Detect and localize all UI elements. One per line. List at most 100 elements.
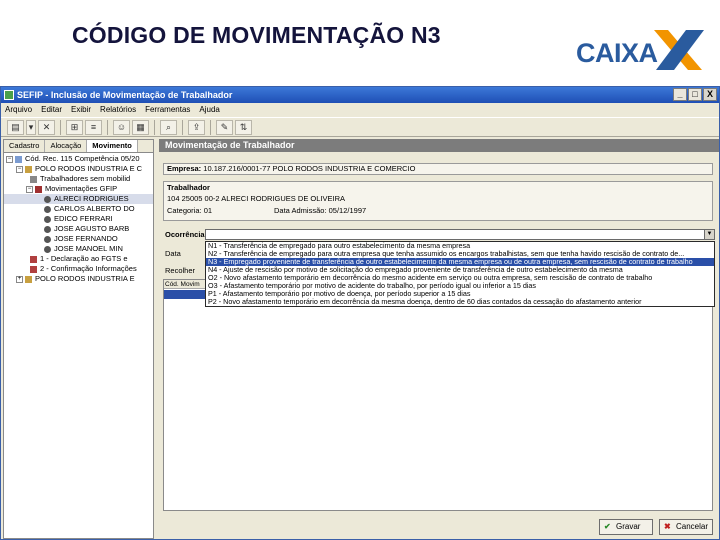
people-icon[interactable]: ☺ (113, 119, 130, 135)
close-button[interactable]: X (703, 88, 717, 101)
dropdown-option[interactable]: P2 - Novo afastamento temporário em deco… (206, 298, 714, 306)
save-label: Gravar (616, 522, 641, 531)
document-icon (30, 265, 37, 273)
document-icon (30, 255, 37, 263)
data-label: Data (165, 249, 181, 258)
dropdown-option[interactable]: O2 - Novo afastamento temporário em deco… (206, 274, 714, 282)
dropdown-arrow-icon[interactable]: ▾ (26, 119, 36, 135)
movement-tree: − Cód. Rec. 115 Competência 05/20 − POLO R… (4, 153, 153, 284)
dropdown-option[interactable]: N1 - Transferência de empregado para out… (206, 242, 714, 250)
menu-exibir[interactable]: Exibir (71, 103, 91, 116)
worker-icon (44, 245, 51, 253)
movement-form: Movimentação de Trabalhador Empresa: 10.… (159, 139, 719, 539)
tab-movimento[interactable]: Movimento (87, 140, 138, 152)
save-button[interactable]: ✔ Gravar (599, 519, 653, 535)
worker-icon (44, 235, 51, 243)
folder-icon (15, 155, 22, 163)
tree-item[interactable]: Trabalhadores sem mobilid (4, 174, 153, 184)
collapse-icon[interactable]: − (6, 155, 13, 163)
tree-item[interactable]: − POLO RODOS INDUSTRIA E C (4, 164, 153, 174)
grid-selected-row[interactable] (164, 290, 206, 299)
app-icon (4, 90, 14, 100)
collapse-icon[interactable]: − (16, 165, 23, 173)
movements-grid[interactable]: Cód. Movim (163, 279, 713, 511)
categoria-label: Categoria: (167, 206, 202, 215)
dropdown-option[interactable]: N2 - Transferência de empregado para out… (206, 250, 714, 258)
cancel-label: Cancelar (676, 522, 709, 531)
worker-icon (44, 215, 51, 223)
dropdown-option[interactable]: O3 - Afastamento temporário por motivo d… (206, 282, 714, 290)
ocorrencia-label: Ocorrência: (165, 230, 208, 239)
nav-tabs: Cadastro Alocação Movimento (4, 140, 153, 153)
empresa-value: 10.187.216/0001-77 POLO RODOS INDUSTRIA … (203, 164, 416, 173)
admissao-label: Data Admissão: (274, 206, 327, 215)
tree-item[interactable]: + POLO RODOS INDUSTRIA E (4, 274, 153, 284)
tree-item[interactable]: JOSE FERNANDO (4, 234, 153, 244)
tree-view-icon[interactable]: ⊞ (66, 119, 83, 135)
tree-item[interactable]: − Cód. Rec. 115 Competência 05/20 (4, 154, 153, 164)
tree-item[interactable]: − Movimentações GFIP (4, 184, 153, 194)
logo-text: CAIXA (576, 38, 658, 68)
collapse-icon[interactable]: − (26, 185, 33, 193)
maximize-button[interactable]: □ (688, 88, 702, 101)
menu-relatorios[interactable]: Relatórios (100, 103, 136, 116)
tools-icon[interactable]: ✎ (216, 119, 233, 135)
grid-header: Cód. Movim (164, 280, 206, 289)
worker-group-icon (30, 175, 37, 183)
recolher-label: Recolher (165, 266, 196, 275)
worker-icon (44, 225, 51, 233)
movement-icon (35, 185, 42, 193)
form-header: Movimentação de Trabalhador (159, 139, 719, 152)
menu-ferramentas[interactable]: Ferramentas (145, 103, 190, 116)
cancel-x-icon: ✖ (664, 522, 671, 531)
menu-editar[interactable]: Editar (41, 103, 62, 116)
dropdown-option[interactable]: N4 - Ajuste de rescisão por motivo de so… (206, 266, 714, 274)
cancel-button[interactable]: ✖ Cancelar (659, 519, 713, 535)
minimize-button[interactable]: _ (673, 88, 687, 101)
menu-ajuda[interactable]: Ajuda (199, 103, 219, 116)
tree-item[interactable]: CARLOS ALBERTO DO (4, 204, 153, 214)
menu-arquivo[interactable]: Arquivo (5, 103, 32, 116)
slide-title: CÓDIGO DE MOVIMENTAÇÃO N3 (72, 22, 441, 48)
grid-icon[interactable]: ▦ (132, 119, 149, 135)
ocorrencia-dropdown-list[interactable]: N1 - Transferência de empregado para out… (205, 241, 715, 307)
tab-alocacao[interactable]: Alocação (45, 140, 88, 152)
tree-item[interactable]: 1 - Declaração ao FGTS e (4, 254, 153, 264)
tree-item[interactable]: JOSE AGUSTO BARB (4, 224, 153, 234)
admissao-value: 05/12/1997 (328, 206, 367, 215)
window-titlebar[interactable]: SEFIP - Inclusão de Movimentação de Trab… (1, 87, 719, 103)
toolbar: ▤ ▾ ✕ ⊞ ≡ ☺ ▦ ⌕ ⇪ ✎ ⇅ (1, 117, 719, 137)
dropdown-option-selected[interactable]: N3 - Empregado proveniente de transferên… (206, 258, 714, 266)
dropdown-option[interactable]: P1 - Afastamento temporário por motivo d… (206, 290, 714, 298)
empresa-label: Empresa: (167, 164, 202, 173)
trabalhador-box: Trabalhador 104 25005 00-2 ALRECI RODRIG… (163, 181, 713, 221)
tree-item[interactable]: EDICO FERRARI (4, 214, 153, 224)
tree-item[interactable]: 2 - Confirmação Informações (4, 264, 153, 274)
company-icon (25, 275, 32, 283)
trabalhador-label: Trabalhador (167, 183, 210, 192)
chevron-down-icon[interactable]: ▼ (704, 230, 714, 239)
find-icon[interactable]: ⌕ (160, 119, 177, 135)
navigation-panel: Cadastro Alocação Movimento − Cód. Rec. 1… (3, 139, 154, 539)
delete-icon[interactable]: ✕ (38, 119, 55, 135)
list-icon[interactable]: ≡ (85, 119, 102, 135)
tab-cadastro[interactable]: Cadastro (4, 140, 46, 152)
company-icon (25, 165, 32, 173)
expand-icon[interactable]: + (16, 275, 23, 283)
sefip-window: SEFIP - Inclusão de Movimentação de Trab… (0, 86, 720, 540)
export-icon[interactable]: ⇪ (188, 119, 205, 135)
tree-item[interactable]: JOSE MANOEL MIN (4, 244, 153, 254)
worker-icon (44, 195, 51, 203)
menubar: Arquivo Editar Exibir Relatórios Ferrame… (1, 103, 719, 116)
sort-icon[interactable]: ⇅ (235, 119, 252, 135)
ocorrencia-select[interactable]: ▼ (205, 229, 715, 240)
caixa-x-logo-icon (654, 30, 704, 70)
categoria-value: 01 (203, 206, 213, 215)
trabalhador-value: 104 25005 00-2 ALRECI RODRIGUES DE OLIVE… (167, 194, 345, 203)
checkmark-icon: ✔ (604, 522, 611, 531)
worker-icon (44, 205, 51, 213)
tree-item[interactable]: ALRECI RODRIGUES (4, 194, 153, 204)
window-title: SEFIP - Inclusão de Movimentação de Trab… (17, 90, 233, 100)
new-icon[interactable]: ▤ (7, 119, 24, 135)
caixa-logo: CAIXA (574, 28, 706, 72)
